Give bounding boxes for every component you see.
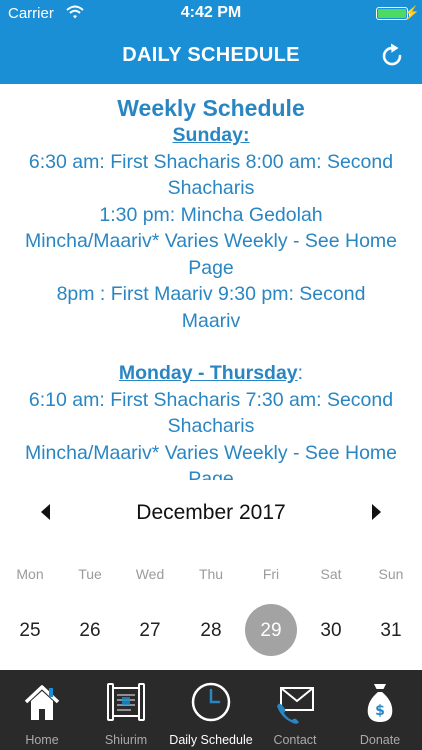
calendar-date[interactable]: 27 bbox=[120, 620, 180, 642]
calendar-date[interactable]: 30 bbox=[301, 620, 361, 642]
schedule-line: Mincha/Maariv* Varies Weekly - See Home bbox=[24, 230, 398, 252]
navigation-bar: DAILY SCHEDULE bbox=[0, 28, 422, 84]
calendar-date[interactable]: 25 bbox=[0, 620, 60, 642]
money-bag-icon: $ bbox=[367, 684, 393, 722]
tab-daily-schedule-label: Daily Schedule bbox=[169, 733, 253, 747]
tab-donate-label: Donate bbox=[359, 733, 401, 747]
schedule-line: 6:30 am: First Shacharis 8:00 am: Second bbox=[28, 150, 394, 173]
weekday-thu: Thu bbox=[198, 566, 224, 582]
weekday-mon: Mon bbox=[16, 566, 44, 582]
calendar-date[interactable]: 26 bbox=[60, 620, 120, 642]
calendar-date[interactable]: 28 bbox=[181, 620, 241, 642]
contact-mail-icon bbox=[277, 687, 314, 724]
next-month-icon[interactable] bbox=[370, 502, 384, 522]
tab-home[interactable]: Home bbox=[0, 670, 84, 750]
schedule-line: Shacharis bbox=[167, 415, 255, 437]
schedule-line: 1:30 pm: Mincha Gedolah bbox=[99, 203, 323, 226]
schedule-line: Page bbox=[188, 468, 234, 480]
status-bar: Carrier 4:42 PM ⚡ bbox=[0, 0, 422, 28]
calendar-week: December 2017 Mon Tue Wed Thu Fri Sat Su… bbox=[0, 482, 422, 670]
status-time: 4:42 PM bbox=[180, 4, 242, 21]
tab-shiurim[interactable]: Shiurim bbox=[84, 670, 168, 750]
weekday-sun: Sun bbox=[378, 566, 404, 582]
weekday-sat: Sat bbox=[320, 566, 342, 582]
tab-donate[interactable]: $ Donate bbox=[338, 670, 422, 750]
tab-daily-schedule[interactable]: Daily Schedule bbox=[169, 670, 253, 750]
tab-contact[interactable]: Contact bbox=[253, 670, 337, 750]
day-heading-monday-thursday: Monday - Thursday bbox=[118, 362, 298, 384]
schedule-line: Page bbox=[188, 256, 234, 279]
calendar-date-selected[interactable]: 29 bbox=[241, 620, 301, 642]
page-title: DAILY SCHEDULE bbox=[122, 44, 300, 66]
schedule-heading: Weekly Schedule bbox=[117, 95, 305, 121]
tab-contact-label: Contact bbox=[273, 733, 317, 747]
svg-text:$: $ bbox=[375, 703, 385, 719]
schedule-line: Maariv bbox=[181, 309, 241, 332]
schedule-line: Mincha/Maariv* Varies Weekly - See Home bbox=[24, 441, 398, 464]
tab-home-label: Home bbox=[25, 733, 59, 747]
schedule-line: Shacharis bbox=[167, 177, 255, 199]
schedule-line: 8pm : First Maariv 9:30 pm: Second bbox=[56, 283, 366, 305]
clock-icon bbox=[191, 682, 231, 722]
tab-shiurim-label: Shiurim bbox=[104, 733, 148, 747]
schedule-line: 6:10 am: First Shacharis 7:30 am: Second bbox=[28, 388, 394, 411]
weekday-fri: Fri bbox=[262, 566, 280, 582]
calendar-date[interactable]: 31 bbox=[361, 620, 421, 642]
day-heading-monday-thursday-row: Monday - Thursday: bbox=[0, 360, 422, 387]
refresh-icon[interactable] bbox=[378, 42, 406, 70]
tab-bar: Home Shiurim Daily Schedule Contact $ Do… bbox=[0, 670, 422, 750]
day-heading-sunday: Sunday: bbox=[172, 124, 250, 146]
day-heading-suffix: : bbox=[297, 362, 304, 384]
torah-scroll-icon bbox=[107, 683, 145, 721]
schedule-content[interactable]: Weekly Schedule Sunday: 6:30 am: First S… bbox=[0, 84, 422, 480]
home-icon bbox=[24, 685, 60, 720]
weekday-wed: Wed bbox=[135, 566, 165, 582]
weekday-tue: Tue bbox=[78, 566, 102, 582]
calendar-month-label: December 2017 bbox=[136, 501, 286, 524]
charging-icon: ⚡ bbox=[403, 5, 420, 20]
